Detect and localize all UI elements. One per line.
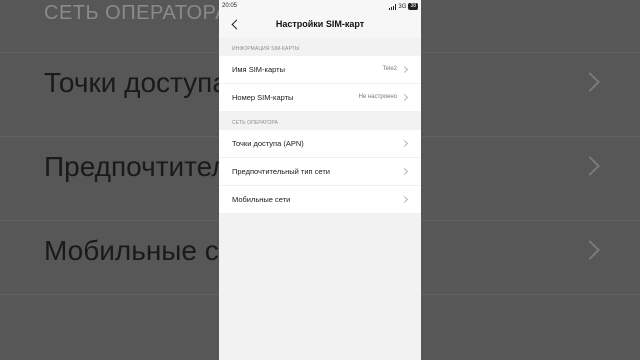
chevron-right-icon: [400, 65, 409, 74]
battery-icon: 38: [408, 3, 418, 10]
item-label: Имя SIM-карты: [232, 65, 285, 74]
section-label-sim-info: ИНФОРМАЦИЯ SIM-КАРТЫ: [232, 46, 300, 52]
status-bar: 20:05 3G 38: [219, 0, 421, 14]
status-time: 20:05: [222, 3, 238, 9]
chevron-right-icon: [400, 167, 409, 176]
phone-screen: 20:05 3G 38 Настройки SIM-карт ИНФОРМАЦИ…: [219, 0, 421, 360]
chevron-right-icon: [400, 195, 409, 204]
app-header: Настройки SIM-карт: [219, 14, 421, 38]
operator-network-list: Точки доступа (APN) Предпочтительный тип…: [219, 130, 421, 214]
item-value: Tele2: [382, 66, 397, 72]
bg-row-label: Предпочтител: [44, 151, 228, 182]
item-label: Предпочтительный тип сети: [232, 167, 330, 176]
list-item-mobile-networks[interactable]: Мобильные сети: [219, 186, 421, 214]
item-label: Мобильные сети: [232, 195, 291, 204]
bg-chevron-right-icon: [580, 72, 600, 92]
bg-row-label: Точки доступа: [44, 67, 228, 98]
bg-row-label: Мобильные се: [44, 235, 235, 266]
list-item-preferred-network[interactable]: Предпочтительный тип сети: [219, 158, 421, 186]
bg-section-label: СЕТЬ ОПЕРАТОРА: [44, 2, 229, 24]
network-type: 3G: [398, 3, 407, 10]
item-value: Не настроено: [358, 94, 397, 100]
signal-icon: [389, 3, 397, 10]
page-title: Настройки SIM-карт: [275, 19, 365, 29]
item-label: Точки доступа (APN): [232, 139, 304, 148]
bg-chevron-right-icon: [580, 240, 600, 260]
bg-chevron-right-icon: [580, 156, 600, 176]
item-label: Номер SIM-карты: [232, 93, 294, 102]
chevron-right-icon: [400, 139, 409, 148]
chevron-right-icon: [400, 93, 409, 102]
list-item-sim-name[interactable]: Имя SIM-карты Tele2: [219, 56, 421, 84]
section-label-operator-network: СЕТЬ ОПЕРАТОРА: [232, 120, 278, 126]
status-right: 3G 38: [389, 3, 418, 10]
list-item-apn[interactable]: Точки доступа (APN): [219, 130, 421, 158]
sim-info-list: Имя SIM-карты Tele2 Номер SIM-карты Не н…: [219, 56, 421, 112]
list-item-sim-number[interactable]: Номер SIM-карты Не настроено: [219, 84, 421, 112]
